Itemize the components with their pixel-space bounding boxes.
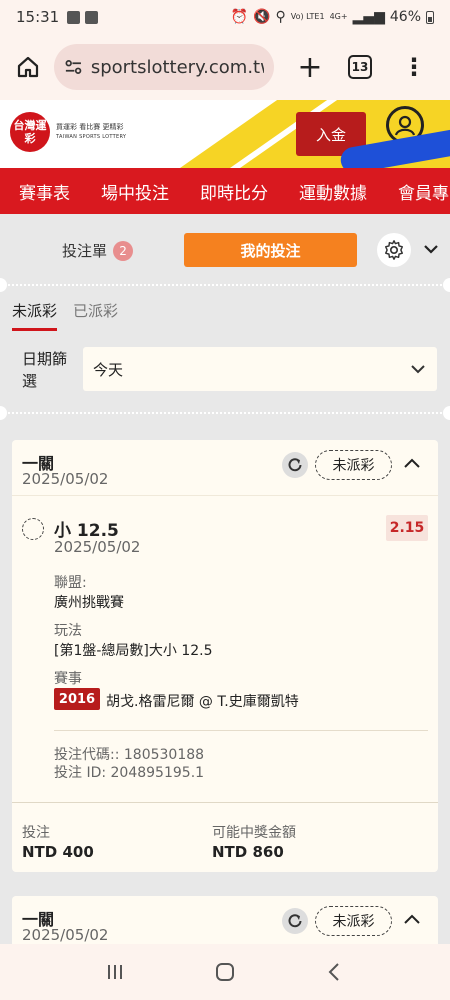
home-icon <box>17 56 39 78</box>
divider <box>0 412 450 414</box>
browser-toolbar: sportslottery.com.tw + 13 ⋮ <box>0 34 450 100</box>
refresh-icon <box>288 914 302 928</box>
collapse-bet-panel-button[interactable] <box>422 240 440 262</box>
mute-icon: 🔇 <box>253 9 271 25</box>
status-badge: 未派彩 <box>315 906 392 936</box>
refresh-button[interactable] <box>282 452 308 478</box>
potential-win-label: 可能中獎金額 <box>212 825 296 841</box>
selection-date: 2025/05/02 <box>54 538 141 556</box>
tagline-en: TAIWAN SPORTS LOTTERY <box>56 134 127 140</box>
stake-value: NTD 400 <box>22 843 94 861</box>
home-button[interactable] <box>12 51 44 83</box>
date-filter-label: 日期篩選 <box>22 350 68 390</box>
tagline: 買運彩 看比賽 更精彩 <box>56 123 124 131</box>
browser-menu-button[interactable]: ⋮ <box>402 55 426 79</box>
divider-notch <box>0 278 7 292</box>
nav-item-live-betting[interactable]: 場中投注 <box>82 179 169 204</box>
site-settings-icon <box>65 60 82 74</box>
stake-label: 投注 <box>22 825 50 841</box>
collapse-card-button[interactable] <box>402 454 422 478</box>
chevron-up-icon <box>404 914 420 924</box>
divider <box>0 284 450 286</box>
message-icon <box>85 10 99 24</box>
bet-slip-tab[interactable]: 投注單 2 <box>62 240 134 261</box>
nav-item-member[interactable]: 會員專區 <box>379 179 450 204</box>
odds-badge: 2.15 <box>386 515 428 541</box>
tab-settled[interactable]: 已派彩 <box>73 300 118 331</box>
date-filter-select[interactable]: 今天 <box>83 347 437 391</box>
league-label: 聯盟: <box>54 575 87 591</box>
gear-icon <box>385 240 403 260</box>
my-bets-button[interactable]: 我的投注 <box>184 233 357 267</box>
status-time: 15:31 <box>16 8 60 26</box>
bet-codes: 投注代碼:: 180530188 投注 ID: 204895195.1 <box>54 746 204 782</box>
divider <box>12 495 438 496</box>
back-icon[interactable] <box>324 961 346 983</box>
league-value: 廣州挑戰賽 <box>54 595 124 611</box>
recent-apps-icon[interactable] <box>104 961 126 983</box>
logo-text: 台灣運彩 <box>13 119 47 145</box>
selection-status-icon <box>22 518 44 540</box>
network-indicator: 4G+ <box>329 12 348 21</box>
signal-icon: ▂▄▆ <box>352 9 385 25</box>
event-code-badge: 2016 <box>54 688 100 710</box>
bet-bar: 投注單 2 我的投注 <box>0 222 450 278</box>
status-bar: 15:31 ⏰ 🔇 ⚲ Vo) LTE1 4G+ ▂▄▆ 46% <box>0 0 450 34</box>
battery-percent: 46% <box>389 9 421 25</box>
divider-notch <box>443 406 450 420</box>
bet-count-badge: 2 <box>113 240 134 261</box>
site-logo[interactable]: 台灣運彩 <box>10 112 50 152</box>
status-badge: 未派彩 <box>315 450 392 480</box>
url-text: sportslottery.com.tw <box>90 56 264 78</box>
android-nav-bar <box>0 944 450 1000</box>
notification-icons <box>67 10 99 24</box>
home-nav-icon[interactable] <box>214 961 236 983</box>
bet-date: 2025/05/02 <box>22 926 109 944</box>
event-name: 胡戈.格雷尼爾 @ T.史庫爾凱特 <box>106 694 299 710</box>
chevron-up-icon <box>404 458 420 468</box>
address-bar[interactable]: sportslottery.com.tw <box>54 44 274 90</box>
market-label: 玩法 <box>54 623 82 639</box>
market-value: [第1盤-總局數]大小 12.5 <box>54 643 213 659</box>
location-icon: ⚲ <box>275 9 286 25</box>
settlement-tabs: 未派彩 已派彩 <box>12 300 118 331</box>
site-header: 台灣運彩 買運彩 看比賽 更精彩 TAIWAN SPORTS LOTTERY 入… <box>0 100 450 168</box>
bet-date: 2025/05/02 <box>22 470 109 488</box>
gallery-icon <box>67 10 81 24</box>
event-label: 賽事 <box>54 671 82 687</box>
chevron-down-icon <box>411 365 425 374</box>
refresh-button[interactable] <box>282 908 308 934</box>
divider <box>54 730 428 731</box>
potential-win-value: NTD 860 <box>212 843 284 861</box>
user-icon <box>394 115 416 136</box>
collapse-card-button[interactable] <box>402 910 422 934</box>
chevron-down-icon <box>424 245 438 254</box>
battery-icon <box>426 10 434 24</box>
nav-item-live-score[interactable]: 即時比分 <box>181 179 268 204</box>
divider-notch <box>0 406 7 420</box>
refresh-icon <box>288 458 302 472</box>
new-tab-button[interactable]: + <box>294 50 326 85</box>
tab-switcher-button[interactable]: 13 <box>348 55 372 79</box>
settings-button[interactable] <box>377 233 411 267</box>
status-right: ⏰ 🔇 ⚲ Vo) LTE1 4G+ ▂▄▆ 46% <box>231 9 434 25</box>
nav-item-sports-data[interactable]: 運動數據 <box>280 179 367 204</box>
main-nav: 賽事表 場中投注 即時比分 運動數據 會員專區 <box>0 168 450 214</box>
bet-slip-label: 投注單 <box>62 242 108 260</box>
tab-unsettled[interactable]: 未派彩 <box>12 300 58 331</box>
bet-code: 投注代碼:: 180530188 <box>54 747 205 763</box>
nav-item-schedule[interactable]: 賽事表 <box>0 179 70 204</box>
alarm-icon: ⏰ <box>230 9 249 25</box>
bet-id: 投注 ID: 204895195.1 <box>54 765 205 781</box>
divider-notch <box>443 278 450 292</box>
bet-card: 一關 2025/05/02 未派彩 小 12.5 2025/05/02 2.15… <box>12 440 438 872</box>
logo-tagline: 買運彩 看比賽 更精彩 TAIWAN SPORTS LOTTERY <box>56 122 126 142</box>
date-filter-value: 今天 <box>93 360 124 379</box>
lte-indicator: Vo) LTE1 <box>290 12 325 21</box>
divider <box>12 802 438 803</box>
